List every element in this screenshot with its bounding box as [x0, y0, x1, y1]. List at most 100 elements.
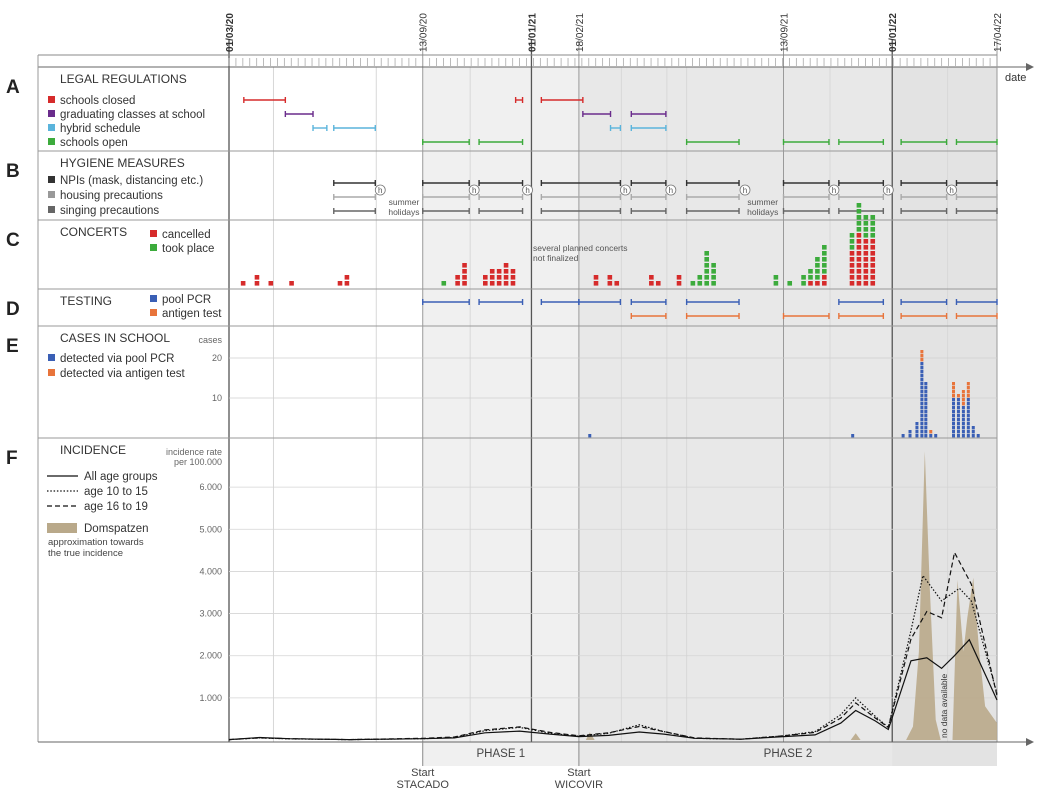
- case-pcr-mark: [966, 434, 970, 438]
- holiday-marker-glyph: h: [669, 186, 673, 195]
- legend-domspatzen-swatch: [47, 523, 77, 533]
- concert-took-place-mark: [787, 281, 793, 286]
- case-pcr-mark: [966, 410, 970, 414]
- holiday-marker-glyph: h: [743, 186, 747, 195]
- concert-took-place-mark: [856, 209, 862, 214]
- hygiene-legend-0-swatch: [48, 176, 55, 183]
- section-title-A: LEGAL REGULATIONS: [60, 72, 187, 86]
- concert-took-place-mark: [704, 275, 710, 280]
- concert-cancelled-mark: [856, 251, 862, 256]
- concerts-note: several planned concerts: [533, 243, 628, 253]
- case-antigen-mark: [920, 358, 924, 362]
- case-pcr-mark: [952, 406, 956, 410]
- concert-cancelled-mark: [496, 275, 502, 280]
- case-antigen-mark: [952, 386, 956, 390]
- legal-legend-1-label: graduating classes at school: [60, 109, 205, 121]
- incidence-legend-label: Domspatzen: [84, 523, 149, 535]
- case-pcr-mark: [924, 410, 928, 414]
- concert-cancelled-mark: [462, 281, 467, 286]
- holiday-marker-glyph: h: [525, 186, 529, 195]
- hygiene-period-2: [333, 208, 376, 214]
- case-pcr-mark: [924, 394, 928, 398]
- case-pcr-mark: [920, 382, 924, 386]
- section-title-B: HYGIENE MEASURES: [60, 156, 185, 170]
- incidence-legend-label: age 16 to 19: [84, 501, 148, 513]
- case-pcr-mark: [924, 430, 928, 434]
- case-pcr-mark: [952, 410, 956, 414]
- concert-cancelled-mark: [856, 257, 862, 262]
- cases-ytick-label: 20: [212, 353, 222, 363]
- concert-took-place-mark: [863, 233, 869, 238]
- case-antigen-mark: [966, 394, 970, 398]
- section-title-F: INCIDENCE: [60, 443, 126, 457]
- summer-holidays-label: holidays: [747, 207, 778, 217]
- case-pcr-mark: [915, 422, 919, 426]
- case-pcr-mark: [915, 426, 919, 430]
- holiday-marker-glyph: h: [949, 186, 953, 195]
- case-pcr-mark: [956, 410, 960, 414]
- section-title-D: TESTING: [60, 294, 112, 308]
- concert-cancelled-mark: [655, 281, 661, 286]
- concert-took-place-mark: [815, 263, 820, 268]
- concert-cancelled-mark: [863, 251, 869, 256]
- incidence-legend-label: age 10 to 15: [84, 486, 148, 498]
- domspatzen-note: approximation towards: [48, 537, 144, 548]
- case-pcr-mark: [920, 418, 924, 422]
- top-date-label: 17/04/22: [993, 13, 1004, 52]
- case-pcr-mark: [924, 434, 928, 438]
- case-pcr-mark: [966, 414, 970, 418]
- concert-took-place-mark: [801, 281, 806, 286]
- top-date-label: 18/02/21: [575, 13, 586, 52]
- case-pcr-mark: [924, 398, 928, 402]
- top-date-label: 01/01/22: [888, 13, 899, 52]
- case-pcr-mark: [961, 422, 965, 426]
- case-pcr-mark: [915, 434, 919, 438]
- case-pcr-mark: [920, 414, 924, 418]
- case-pcr-mark: [920, 374, 924, 378]
- case-pcr-mark: [920, 406, 924, 410]
- time-axis-arrow: [1026, 63, 1034, 71]
- section-title-E: CASES IN SCHOOL: [60, 331, 170, 345]
- case-pcr-mark: [976, 434, 980, 438]
- case-pcr-mark: [929, 434, 933, 438]
- concert-cancelled-mark: [614, 281, 620, 286]
- testing-legend-1-label: antigen test: [162, 308, 222, 320]
- incidence-ytick-label: 6.000: [199, 482, 222, 492]
- holiday-marker-glyph: h: [886, 186, 890, 195]
- legal-period-1: [284, 111, 314, 117]
- concert-cancelled-mark: [863, 281, 869, 286]
- case-antigen-mark: [961, 402, 965, 406]
- case-pcr-mark: [956, 414, 960, 418]
- concert-took-place-mark: [856, 203, 862, 208]
- concert-cancelled-mark: [462, 263, 467, 268]
- concert-took-place-mark: [856, 227, 862, 232]
- legal-legend-0-label: schools closed: [60, 95, 135, 107]
- section-letter-E: E: [6, 336, 19, 357]
- case-pcr-mark: [961, 430, 965, 434]
- concert-took-place-mark: [870, 215, 876, 220]
- case-pcr-mark: [971, 434, 975, 438]
- cases-legend-1-swatch: [48, 369, 55, 376]
- case-pcr-mark: [956, 418, 960, 422]
- case-pcr-mark: [961, 418, 965, 422]
- concert-took-place-mark: [704, 257, 710, 262]
- concert-cancelled-mark: [496, 281, 502, 286]
- concert-cancelled-mark: [856, 269, 862, 274]
- concert-took-place-mark: [704, 281, 710, 286]
- case-pcr-mark: [920, 386, 924, 390]
- concert-cancelled-mark: [483, 275, 488, 280]
- section-letter-B: B: [6, 161, 20, 182]
- case-pcr-mark: [920, 426, 924, 430]
- case-pcr-mark: [961, 414, 965, 418]
- phase-label: PHASE 1: [477, 748, 526, 760]
- concert-took-place-mark: [856, 221, 862, 226]
- case-pcr-mark: [966, 422, 970, 426]
- case-pcr-mark: [924, 382, 928, 386]
- case-pcr-mark: [901, 434, 905, 438]
- top-date-label: 13/09/21: [780, 13, 791, 52]
- incidence-legend-label: All age groups: [84, 471, 158, 483]
- concert-took-place-mark: [849, 239, 855, 244]
- case-pcr-mark: [971, 430, 975, 434]
- legal-legend-3-label: schools open: [60, 137, 128, 149]
- no-data-label: no data available: [939, 673, 949, 738]
